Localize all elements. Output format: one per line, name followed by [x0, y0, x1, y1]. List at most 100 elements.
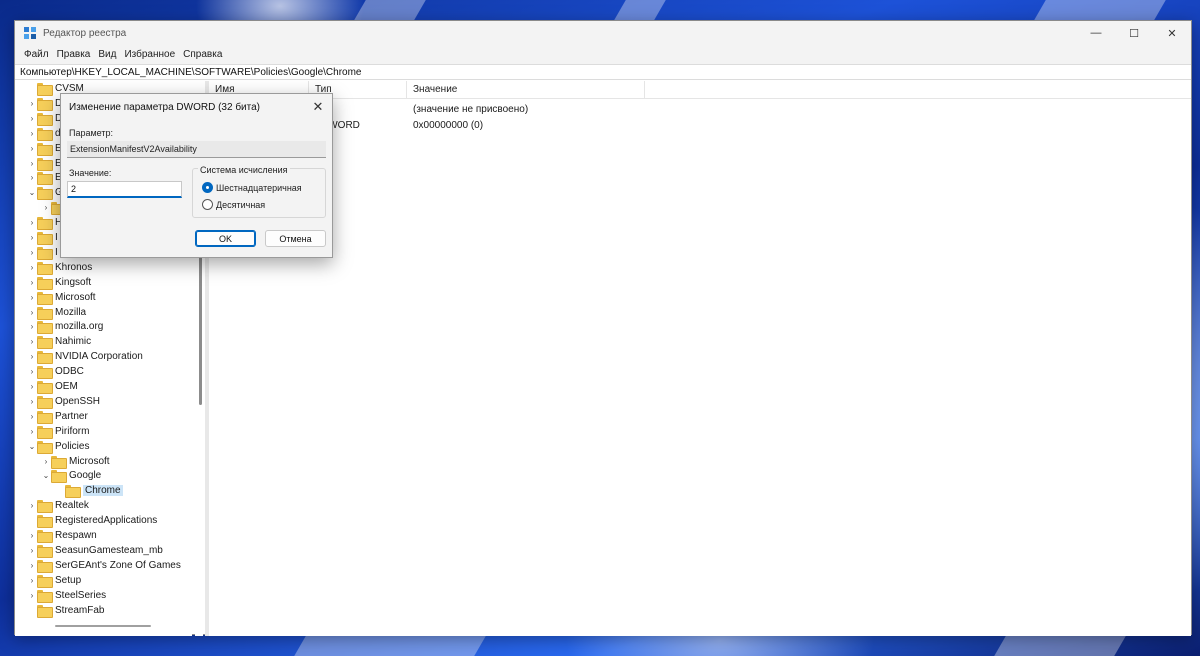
chevron-right-icon[interactable]: ›: [27, 349, 37, 364]
tree-item[interactable]: › Microsoft: [41, 454, 110, 469]
chevron-right-icon[interactable]: ›: [41, 200, 51, 215]
menu-view[interactable]: Вид: [94, 49, 120, 60]
tree-item[interactable]: › Nahimic: [27, 334, 91, 350]
tree-item[interactable]: Chrome: [55, 483, 123, 499]
tree-item[interactable]: › D: [27, 96, 62, 111]
chevron-right-icon[interactable]: ›: [27, 275, 37, 290]
tree-item[interactable]: › NVIDIA Corporation: [27, 349, 143, 365]
chevron-right-icon[interactable]: ›: [27, 528, 37, 543]
ok-button[interactable]: OK: [195, 230, 256, 247]
chevron-right-icon[interactable]: ›: [27, 96, 37, 111]
folder-icon: [37, 127, 53, 141]
folder-icon: [37, 97, 53, 111]
tree-item[interactable]: › Mozilla: [27, 305, 86, 320]
tree-item[interactable]: › Respawn: [27, 528, 97, 543]
dialog-title-bar[interactable]: Изменение параметра DWORD (32 бита) ✕: [61, 94, 332, 120]
folder-icon: [37, 574, 53, 588]
tree-item[interactable]: › E: [27, 141, 62, 156]
menu-help[interactable]: Справка: [179, 49, 226, 60]
tree-item[interactable]: › Piriform: [27, 424, 89, 439]
chevron-right-icon[interactable]: ›: [27, 558, 37, 573]
chevron-right-icon[interactable]: ›: [27, 424, 37, 439]
chevron-right-icon[interactable]: ›: [27, 126, 37, 141]
tree-item-label: Google: [69, 470, 102, 482]
chevron-right-icon[interactable]: ›: [27, 364, 37, 379]
wallpaper-stripe: [1034, 0, 1166, 20]
tree-horizontal-scrollbar-thumb[interactable]: [55, 625, 151, 627]
tree-item[interactable]: StreamFab: [27, 603, 104, 618]
tree-item[interactable]: › SteelSeries: [27, 588, 106, 603]
value-input[interactable]: 2: [67, 181, 182, 198]
chevron-right-icon[interactable]: ›: [27, 290, 37, 305]
chevron-right-icon[interactable]: ›: [27, 498, 37, 513]
close-icon: ✕: [312, 99, 324, 114]
radix-decimal-label: Десятичная: [216, 199, 266, 210]
tree-item[interactable]: › SeasunGamesteam_mb: [27, 543, 163, 558]
chevron-right-icon[interactable]: ›: [27, 543, 37, 558]
chevron-right-icon[interactable]: ›: [27, 334, 37, 349]
tree-item[interactable]: ⌄ Policies: [27, 439, 89, 454]
folder-icon: [37, 217, 53, 231]
maximize-button[interactable]: ☐: [1115, 21, 1153, 45]
radio-checked-icon[interactable]: [202, 182, 213, 193]
close-button[interactable]: ✕: [1153, 21, 1191, 45]
tree-item[interactable]: › H: [27, 215, 62, 231]
cancel-button[interactable]: Отмена: [265, 230, 326, 247]
tree-item[interactable]: › I: [27, 230, 58, 245]
tree-item[interactable]: › mozilla.org: [27, 319, 103, 335]
address-bar[interactable]: Компьютер\HKEY_LOCAL_MACHINE\SOFTWARE\Po…: [15, 64, 1191, 80]
chevron-down-icon[interactable]: ⌄: [27, 439, 37, 454]
chevron-right-icon[interactable]: ›: [27, 156, 37, 171]
tree-item[interactable]: › OpenSSH: [27, 394, 100, 409]
radix-hex-option[interactable]: Шестнадцатеричная: [202, 182, 302, 193]
chevron-right-icon[interactable]: ›: [27, 588, 37, 603]
chevron-right-icon[interactable]: ›: [27, 379, 37, 394]
chevron-right-icon[interactable]: ›: [27, 305, 37, 320]
list-row[interactable]: DWORD 0x00000000 (0): [209, 117, 1191, 133]
menu-file[interactable]: Файл: [20, 49, 53, 60]
tree-item[interactable]: › SerGEAnt's Zone Of Games: [27, 558, 181, 573]
chevron-right-icon[interactable]: ›: [27, 573, 37, 588]
tree-item-label: Piriform: [55, 425, 90, 437]
tree-item[interactable]: ⌄ Google: [41, 468, 102, 484]
tree-item[interactable]: › Microsoft: [27, 290, 96, 305]
tree-item[interactable]: › I: [27, 245, 58, 260]
list-row[interactable]: Z (значение не присвоено): [209, 101, 1191, 117]
folder-icon: [37, 157, 53, 171]
title-bar[interactable]: Редактор реестра — ☐ ✕: [15, 21, 1191, 45]
chevron-right-icon[interactable]: ›: [27, 260, 37, 275]
chevron-right-icon[interactable]: ›: [27, 245, 37, 260]
chevron-right-icon[interactable]: ›: [27, 215, 37, 230]
chevron-right-icon: [27, 81, 37, 96]
chevron-right-icon[interactable]: ›: [41, 454, 51, 469]
tree-item[interactable]: › D: [27, 111, 62, 126]
chevron-down-icon[interactable]: ⌄: [41, 468, 51, 483]
chevron-right-icon[interactable]: ›: [27, 409, 37, 424]
column-value[interactable]: Значение: [407, 81, 645, 99]
tree-item[interactable]: › ODBC: [27, 364, 84, 380]
tree-item[interactable]: › E: [27, 156, 62, 171]
tree-item[interactable]: › Realtek: [27, 498, 89, 514]
chevron-right-icon[interactable]: ›: [27, 319, 37, 334]
chevron-down-icon[interactable]: ⌄: [27, 185, 37, 200]
minimize-button[interactable]: —: [1077, 21, 1115, 45]
tree-item[interactable]: › Setup: [27, 573, 81, 588]
chevron-right-icon[interactable]: ›: [27, 141, 37, 156]
tree-item[interactable]: ⌄ G: [27, 185, 63, 201]
radio-unchecked-icon[interactable]: [202, 199, 213, 210]
tree-item[interactable]: RegisteredApplications: [27, 513, 157, 529]
tree-item[interactable]: › OEM: [27, 379, 78, 394]
tree-item[interactable]: › Partner: [27, 409, 88, 424]
chevron-right-icon[interactable]: ›: [27, 394, 37, 409]
tree-item[interactable]: › Kingsoft: [27, 275, 91, 290]
menu-favorites[interactable]: Избранное: [120, 49, 179, 60]
menu-edit[interactable]: Правка: [53, 49, 95, 60]
tree-item[interactable]: › Khronos: [27, 260, 92, 275]
chevron-right-icon[interactable]: ›: [27, 230, 37, 245]
dialog-close-button[interactable]: ✕: [308, 97, 328, 117]
tree-item[interactable]: › d: [27, 126, 61, 141]
chevron-right-icon[interactable]: ›: [27, 111, 37, 126]
chevron-right-icon[interactable]: ›: [27, 170, 37, 185]
radix-decimal-option[interactable]: Десятичная: [202, 199, 265, 210]
tree-item[interactable]: › E: [27, 170, 62, 186]
